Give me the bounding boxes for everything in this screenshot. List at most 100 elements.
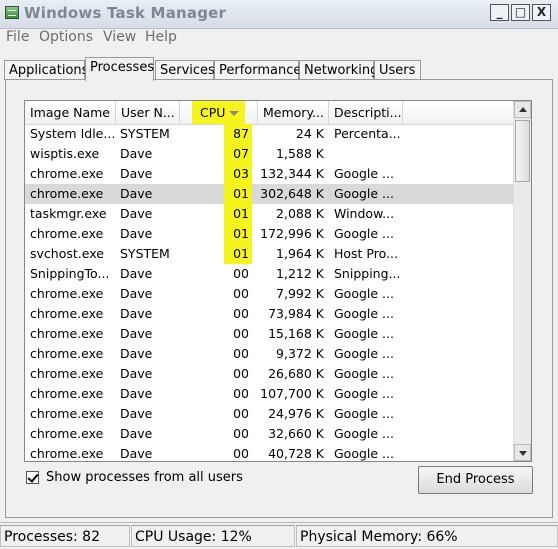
cpu-cell: 00: [233, 326, 249, 341]
user-name-cell: Dave: [120, 266, 153, 281]
cpu-cell: 00: [233, 446, 249, 461]
process-row[interactable]: svchost.exe SYSTEM 01 1,964 K Host Pro...: [25, 244, 513, 264]
show-all-users-checkbox[interactable]: [26, 470, 39, 484]
memory-cell: 1,964 K: [276, 246, 324, 261]
process-row[interactable]: chrome.exe Dave 00 40,728 K Google ...: [25, 444, 513, 461]
tab-networking[interactable]: Networking: [299, 60, 378, 80]
column-description[interactable]: Descripti...: [329, 101, 403, 124]
image-name-cell: chrome.exe: [30, 326, 104, 341]
process-row[interactable]: System Idle... SYSTEM 87 24 K Percenta...: [25, 124, 513, 144]
column-image-name[interactable]: Image Name: [25, 101, 116, 124]
user-name-cell: Dave: [120, 186, 153, 201]
description-cell: Google ...: [334, 226, 394, 241]
memory-cell: 1,588 K: [276, 146, 324, 161]
tab-processes[interactable]: Processes: [85, 57, 154, 81]
scroll-up-button[interactable]: [514, 101, 531, 118]
memory-cell: 40,728 K: [268, 446, 324, 461]
menu-view[interactable]: View: [103, 29, 136, 45]
image-name-cell: chrome.exe: [30, 286, 104, 301]
image-name-cell: chrome.exe: [30, 386, 104, 401]
process-row[interactable]: chrome.exe Dave 00 73,984 K Google ...: [25, 304, 513, 324]
scroll-down-button[interactable]: [514, 444, 531, 461]
user-name-cell: Dave: [120, 446, 153, 461]
process-row[interactable]: chrome.exe Dave 00 7,992 K Google ...: [25, 284, 513, 304]
process-row[interactable]: chrome.exe Dave 00 15,168 K Google ...: [25, 324, 513, 344]
sort-descending-icon: [229, 111, 239, 116]
description-cell: Google ...: [334, 306, 394, 321]
process-row[interactable]: taskmgr.exe Dave 01 2,088 K Window...: [25, 204, 513, 224]
process-row[interactable]: chrome.exe Dave 01 172,996 K Google ...: [25, 224, 513, 244]
status-cpu-usage: CPU Usage: 12%: [131, 525, 295, 547]
description-cell: Snipping...: [334, 266, 401, 281]
end-process-button[interactable]: End Process: [418, 466, 533, 494]
image-name-cell: chrome.exe: [30, 346, 104, 361]
memory-cell: 24,976 K: [268, 406, 324, 421]
description-cell: Percenta...: [334, 126, 401, 141]
column-header: Image Name User N... CPU Memory... Descr…: [25, 101, 513, 125]
process-row[interactable]: chrome.exe Dave 00 26,680 K Google ...: [25, 364, 513, 384]
image-name-cell: svchost.exe: [30, 246, 104, 261]
window-controls: _ □ X: [490, 4, 551, 21]
memory-cell: 302,648 K: [260, 186, 324, 201]
maximize-button[interactable]: □: [511, 4, 530, 21]
window-title: Windows Task Manager: [24, 4, 227, 22]
description-cell: Google ...: [334, 286, 394, 301]
user-name-cell: Dave: [120, 166, 153, 181]
minimize-button[interactable]: _: [490, 4, 509, 21]
tab-applications[interactable]: Applications: [4, 60, 88, 80]
menu-options[interactable]: Options: [39, 29, 93, 45]
cpu-cell: 01: [224, 224, 252, 244]
column-cpu-cell[interactable]: CPU: [180, 101, 258, 124]
process-row[interactable]: chrome.exe Dave 00 32,660 K Google ...: [25, 424, 513, 444]
tab-services[interactable]: Services: [155, 60, 215, 80]
cpu-cell: 01: [224, 184, 252, 204]
process-row[interactable]: chrome.exe Dave 01 302,648 K Google ...: [25, 184, 513, 204]
title-bar[interactable]: Windows Task Manager _ □ X: [0, 0, 558, 29]
user-name-cell: Dave: [120, 146, 153, 161]
vertical-scrollbar[interactable]: [513, 101, 531, 461]
process-row[interactable]: SnippingTo... Dave 00 1,212 K Snipping...: [25, 264, 513, 284]
memory-cell: 26,680 K: [268, 366, 324, 381]
tab-performance[interactable]: Performance: [214, 60, 301, 80]
user-name-cell: Dave: [120, 306, 153, 321]
menu-help[interactable]: Help: [145, 29, 177, 45]
description-cell: Google ...: [334, 406, 394, 421]
memory-cell: 24 K: [295, 126, 324, 141]
memory-cell: 107,700 K: [260, 386, 324, 401]
user-name-cell: Dave: [120, 426, 153, 441]
column-user-name[interactable]: User N...: [116, 101, 180, 124]
process-row[interactable]: chrome.exe Dave 03 132,344 K Google ...: [25, 164, 513, 184]
tab-users[interactable]: Users: [374, 60, 421, 80]
close-button[interactable]: X: [532, 4, 551, 21]
process-list[interactable]: Image Name User N... CPU Memory... Descr…: [24, 100, 532, 462]
memory-cell: 172,996 K: [260, 226, 324, 241]
menu-file[interactable]: File: [6, 29, 29, 45]
process-row[interactable]: chrome.exe Dave 00 107,700 K Google ...: [25, 384, 513, 404]
cpu-cell: 03: [224, 164, 252, 184]
status-bar: Processes: 82 CPU Usage: 12% Physical Me…: [0, 522, 558, 549]
arrow-down-icon: [519, 451, 527, 456]
cpu-cell: 87: [224, 124, 252, 144]
memory-cell: 132,344 K: [260, 166, 324, 181]
column-memory[interactable]: Memory...: [258, 101, 329, 124]
cpu-cell: 00: [233, 386, 249, 401]
image-name-cell: chrome.exe: [30, 426, 104, 441]
memory-cell: 73,984 K: [268, 306, 324, 321]
image-name-cell: chrome.exe: [30, 406, 104, 421]
menu-bar: File Options View Help: [0, 28, 558, 48]
show-all-users-option[interactable]: Show processes from all users: [26, 469, 243, 485]
user-name-cell: Dave: [120, 386, 153, 401]
user-name-cell: Dave: [120, 286, 153, 301]
cpu-cell: 00: [233, 306, 249, 321]
memory-cell: 7,992 K: [276, 286, 324, 301]
process-row[interactable]: chrome.exe Dave 00 9,372 K Google ...: [25, 344, 513, 364]
description-cell: Google ...: [334, 326, 394, 341]
tab-strip: Applications Processes Services Performa…: [0, 57, 558, 81]
process-row[interactable]: wisptis.exe Dave 07 1,588 K: [25, 144, 513, 164]
description-cell: Google ...: [334, 446, 394, 461]
scroll-thumb[interactable]: [515, 120, 530, 182]
image-name-cell: SnippingTo...: [30, 266, 110, 281]
process-row[interactable]: chrome.exe Dave 00 24,976 K Google ...: [25, 404, 513, 424]
description-cell: Google ...: [334, 386, 394, 401]
image-name-cell: chrome.exe: [30, 306, 104, 321]
